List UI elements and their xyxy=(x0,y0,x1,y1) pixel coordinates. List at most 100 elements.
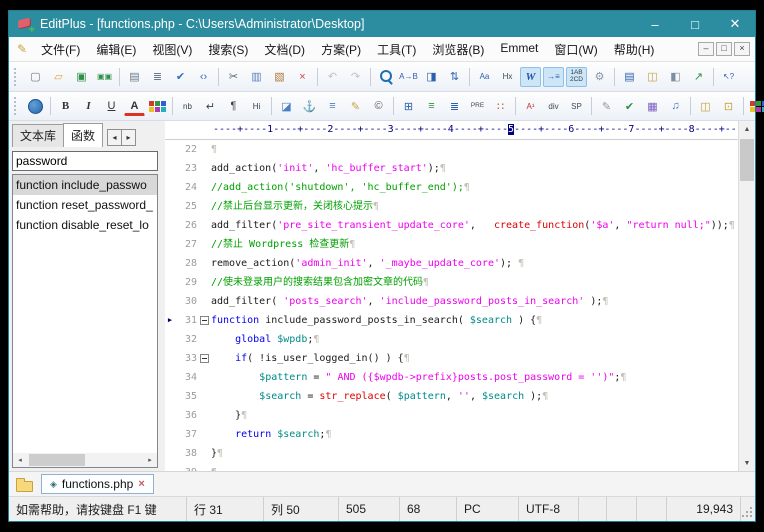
browser-preview-button[interactable]: ◧ xyxy=(665,67,686,87)
cliptext-window-button[interactable]: ◫ xyxy=(642,67,663,87)
menu-item-1[interactable]: 编辑(E) xyxy=(88,41,144,58)
preformatted-button[interactable]: PRE xyxy=(467,96,488,116)
non-breaking-space-button[interactable]: nb xyxy=(177,96,198,116)
delete-button[interactable]: × xyxy=(292,67,313,87)
function-list-item-1[interactable]: function reset_password_ xyxy=(13,195,157,215)
copyright-button[interactable]: © xyxy=(368,96,389,116)
menu-item-6[interactable]: 工具(T) xyxy=(369,41,424,58)
mdi-minimize-button[interactable]: – xyxy=(698,42,714,56)
syntax-check-button[interactable]: ✔ xyxy=(619,96,640,116)
word-wrap-button[interactable]: W xyxy=(520,67,541,87)
form-controls-button[interactable]: ⊡ xyxy=(718,96,739,116)
sidebar-tab-1[interactable]: 函数 xyxy=(63,123,103,147)
sidebar-horizontal-scrollbar[interactable]: ◂ ▸ xyxy=(13,453,157,467)
span-tag-button[interactable]: SP xyxy=(566,96,587,116)
copy-button[interactable]: ▥ xyxy=(246,67,267,87)
script-editor-button[interactable]: ✎ xyxy=(596,96,617,116)
open-file-button[interactable]: ▱ xyxy=(48,67,69,87)
insert-image-button[interactable]: ◪ xyxy=(276,96,297,116)
folder-icon[interactable] xyxy=(15,476,33,492)
toolbar-grip[interactable] xyxy=(14,97,19,115)
close-button[interactable]: ✕ xyxy=(715,11,755,37)
scroll-left-arrow-icon[interactable]: ◂ xyxy=(13,453,27,467)
context-help-button[interactable]: ↖? xyxy=(718,67,739,87)
line-break-button[interactable]: ↵ xyxy=(200,96,221,116)
menu-item-4[interactable]: 文档(D) xyxy=(256,41,313,58)
menu-item-9[interactable]: 窗口(W) xyxy=(546,41,605,58)
print-button[interactable]: ≣ xyxy=(147,67,168,87)
bullet-list-button[interactable]: ∷ xyxy=(490,96,511,116)
scroll-down-arrow-icon[interactable]: ▼ xyxy=(739,455,755,471)
function-filter-input[interactable] xyxy=(12,151,158,171)
menu-item-0[interactable]: 文件(F) xyxy=(33,41,88,58)
notepad-button[interactable]: ✎ xyxy=(345,96,366,116)
color-palette-button[interactable] xyxy=(147,96,168,116)
resize-grip[interactable] xyxy=(741,497,755,521)
editor-pane[interactable]: ----+----1----+----2----+----3----+----4… xyxy=(165,121,738,471)
scroll-thumb[interactable] xyxy=(29,454,85,466)
menu-item-7[interactable]: 浏览器(B) xyxy=(424,41,492,58)
font-color-button[interactable]: A xyxy=(124,98,145,116)
fold-collapse-icon[interactable] xyxy=(200,316,209,325)
anchor-button[interactable]: ⚓ xyxy=(299,96,320,116)
menu-item-2[interactable]: 视图(V) xyxy=(144,41,200,58)
function-list-item-0[interactable]: function include_passwo xyxy=(13,175,157,195)
align-paragraph-button[interactable]: ≡ xyxy=(421,96,442,116)
underline-button[interactable]: U xyxy=(101,96,122,116)
menu-item-3[interactable]: 搜索(S) xyxy=(200,41,256,58)
italic-button[interactable]: I xyxy=(78,96,99,116)
print-preview-button[interactable]: ▤ xyxy=(124,67,145,87)
view-in-browser-button[interactable]: ↗ xyxy=(688,67,709,87)
horizontal-rule-button[interactable]: ≡ xyxy=(322,96,343,116)
save-button[interactable]: ▣ xyxy=(71,67,92,87)
line-numbers-button[interactable]: 1AB 2CD xyxy=(566,67,587,87)
user-toolbar-button[interactable] xyxy=(748,96,764,116)
fold-collapse-icon[interactable] xyxy=(200,354,209,363)
browser-button[interactable] xyxy=(25,96,46,116)
scroll-up-arrow-icon[interactable]: ▲ xyxy=(739,121,755,137)
preferences-button[interactable]: ⚙ xyxy=(589,67,610,87)
save-all-button[interactable]: ▣▣ xyxy=(94,67,115,87)
hex-viewer-button[interactable]: Hx xyxy=(497,67,518,87)
tab-functions-php[interactable]: ◈ functions.php × xyxy=(41,474,154,494)
div-tag-button[interactable]: div xyxy=(543,96,564,116)
tab-close-icon[interactable]: × xyxy=(138,478,144,490)
heading-button[interactable]: Hi xyxy=(246,96,267,116)
undo-button[interactable]: ↶ xyxy=(322,67,343,87)
table-button[interactable]: ⊞ xyxy=(398,96,419,116)
fieldset-button[interactable]: ◫ xyxy=(695,96,716,116)
html-entities-button[interactable]: ‹› xyxy=(193,67,214,87)
multimedia-button[interactable]: ▦ xyxy=(642,96,663,116)
bold-button[interactable]: B xyxy=(55,96,76,116)
tab-scroll-left-icon[interactable]: ◂ xyxy=(107,129,122,146)
cliptext-panel-button[interactable]: ▤ xyxy=(619,67,640,87)
auto-indent-button[interactable]: →≡ xyxy=(543,67,564,87)
spell-check-button[interactable]: ✔ xyxy=(170,67,191,87)
maximize-button[interactable]: □ xyxy=(675,11,715,37)
sidebar-tab-0[interactable]: 文本库 xyxy=(12,124,64,147)
paragraph-button[interactable]: ¶ xyxy=(223,96,244,116)
scroll-right-arrow-icon[interactable]: ▸ xyxy=(143,453,157,467)
cut-button[interactable]: ✂ xyxy=(223,67,244,87)
center-text-button[interactable]: ≣ xyxy=(444,96,465,116)
minimize-button[interactable]: – xyxy=(635,11,675,37)
paste-button[interactable]: ▧ xyxy=(269,67,290,87)
replace-button[interactable]: A→B xyxy=(398,67,419,87)
tab-scroll-right-icon[interactable]: ▸ xyxy=(121,129,136,146)
mdi-restore-button[interactable]: □ xyxy=(716,42,732,56)
music-button[interactable]: ♫ xyxy=(665,96,686,116)
menu-item-5[interactable]: 方案(P) xyxy=(313,41,369,58)
new-file-button[interactable]: ▢ xyxy=(25,67,46,87)
named-anchor-button[interactable]: A¹ xyxy=(520,96,541,116)
vertical-scrollbar[interactable]: ▲ ▼ xyxy=(738,121,755,471)
function-list-item-2[interactable]: function disable_reset_lo xyxy=(13,215,157,235)
find-in-files-button[interactable]: ◨ xyxy=(421,67,442,87)
mdi-close-button[interactable]: × xyxy=(734,42,750,56)
scroll-thumb[interactable] xyxy=(740,139,754,181)
find-button[interactable] xyxy=(375,67,396,87)
menu-item-8[interactable]: Emmet xyxy=(492,41,546,58)
change-case-button[interactable]: Aa xyxy=(474,67,495,87)
sort-button[interactable]: ⇅ xyxy=(444,67,465,87)
redo-button[interactable]: ↷ xyxy=(345,67,366,87)
toolbar-grip[interactable] xyxy=(14,68,19,86)
